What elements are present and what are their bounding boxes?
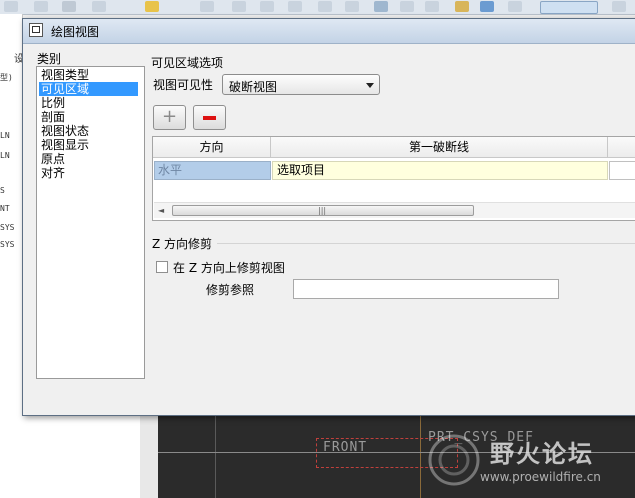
tree-label: 型) — [0, 73, 13, 82]
category-visible-area[interactable]: 可见区域 — [39, 82, 138, 96]
tree-label: SYS — [0, 240, 15, 249]
view-visibility-select[interactable]: 破断视图 — [222, 74, 380, 95]
toolbar-icon[interactable] — [480, 1, 494, 12]
toolbar-icon[interactable] — [92, 1, 106, 12]
tree-label: LN — [0, 131, 10, 140]
toolbar-icon[interactable] — [345, 1, 359, 12]
watermark: 野火论坛 www.proewildfire.cn — [424, 430, 632, 494]
toolbar-icon[interactable] — [425, 1, 439, 12]
trim-reference-input[interactable] — [293, 279, 559, 299]
toolbar-icon[interactable] — [260, 1, 274, 12]
z-trim-group-title: Z 方向修剪 — [152, 237, 213, 251]
toolbar-icon[interactable] — [145, 1, 159, 12]
window-icon — [29, 23, 43, 37]
toolbar-icon[interactable] — [508, 1, 522, 12]
toolbar-icon[interactable] — [200, 1, 214, 12]
left-panel — [22, 410, 141, 498]
remove-break-button[interactable] — [193, 105, 226, 130]
column-header-direction[interactable]: 方向 — [153, 137, 271, 158]
view-visibility-value: 破断视图 — [229, 80, 278, 94]
toolbar-icon[interactable] — [374, 1, 388, 12]
scrollbar-grip: ||| — [318, 206, 327, 215]
toolbar-icon[interactable] — [288, 1, 302, 12]
chevron-down-icon — [366, 83, 374, 88]
watermark-url: www.proewildfire.cn — [480, 470, 601, 484]
column-header-first-break[interactable]: 第一破断线 — [271, 137, 608, 158]
toolbar-icon[interactable] — [455, 1, 469, 12]
main-toolbar — [0, 0, 635, 15]
trim-reference-label: 修剪参照 — [206, 283, 255, 297]
group-divider — [217, 243, 635, 244]
plus-icon: + — [161, 106, 178, 127]
toolbar-dropdown[interactable] — [540, 1, 598, 14]
toolbar-icon[interactable] — [612, 1, 626, 12]
toolbar-icon[interactable] — [62, 1, 76, 12]
minus-icon — [203, 116, 216, 120]
watermark-title: 野火论坛 — [490, 440, 594, 468]
tree-label: SYS — [0, 223, 15, 232]
table-horizontal-scrollbar[interactable]: ◄ ||| — [154, 202, 635, 218]
category-view-display[interactable]: 视图显示 — [39, 138, 138, 152]
categories-list: 视图类型 可见区域 比例 剖面 视图状态 视图显示 原点 对齐 — [36, 66, 145, 379]
categories-label: 类别 — [37, 52, 62, 66]
view-visibility-label: 视图可见性 — [153, 78, 214, 92]
category-alignment[interactable]: 对齐 — [39, 166, 138, 180]
panel-divider[interactable] — [140, 410, 159, 498]
category-view-states[interactable]: 视图状态 — [39, 124, 138, 138]
category-scale[interactable]: 比例 — [39, 96, 138, 110]
toolbar-icon[interactable] — [232, 1, 246, 12]
category-sections[interactable]: 剖面 — [39, 110, 138, 124]
z-trim-checkbox-label[interactable]: 在 Z 方向上修剪视图 — [173, 259, 285, 276]
tree-label: LN — [0, 151, 10, 160]
scrollbar-thumb[interactable]: ||| — [172, 205, 474, 216]
direction-cell[interactable]: 水平 — [154, 161, 271, 180]
visible-area-options-title: 可见区域选项 — [151, 56, 224, 70]
tree-label: S — [0, 186, 5, 195]
model-tree-strip: 设 型) LN LN S NT SYS SYS — [0, 14, 24, 498]
first-break-cell[interactable]: 选取项目 — [272, 161, 608, 180]
toolbar-icon[interactable] — [400, 1, 414, 12]
dialog-titlebar[interactable]: 绘图视图 — [23, 19, 635, 44]
scroll-left-icon[interactable]: ◄ — [158, 206, 164, 215]
dialog-title: 绘图视图 — [51, 25, 100, 39]
toolbar-icon[interactable] — [34, 1, 48, 12]
breaks-table: 方向 第一破断线 水平 选取项目 ◄ ||| — [152, 136, 635, 221]
z-trim-checkbox[interactable] — [156, 261, 168, 273]
tree-label: NT — [0, 204, 10, 213]
toolbar-icon[interactable] — [318, 1, 332, 12]
category-origin[interactable]: 原点 — [39, 152, 138, 166]
category-view-type[interactable]: 视图类型 — [39, 68, 138, 82]
toolbar-icon[interactable] — [4, 1, 18, 12]
drawing-view-dialog: 绘图视图 类别 视图类型 可见区域 比例 剖面 视图状态 视图显示 原点 对齐 … — [22, 18, 635, 416]
column-header-extra[interactable] — [608, 137, 635, 158]
table-cell[interactable] — [609, 161, 635, 180]
add-break-button[interactable]: + — [153, 105, 186, 130]
drawing-border-line — [215, 410, 216, 498]
datum-label: FRONT — [323, 440, 368, 455]
